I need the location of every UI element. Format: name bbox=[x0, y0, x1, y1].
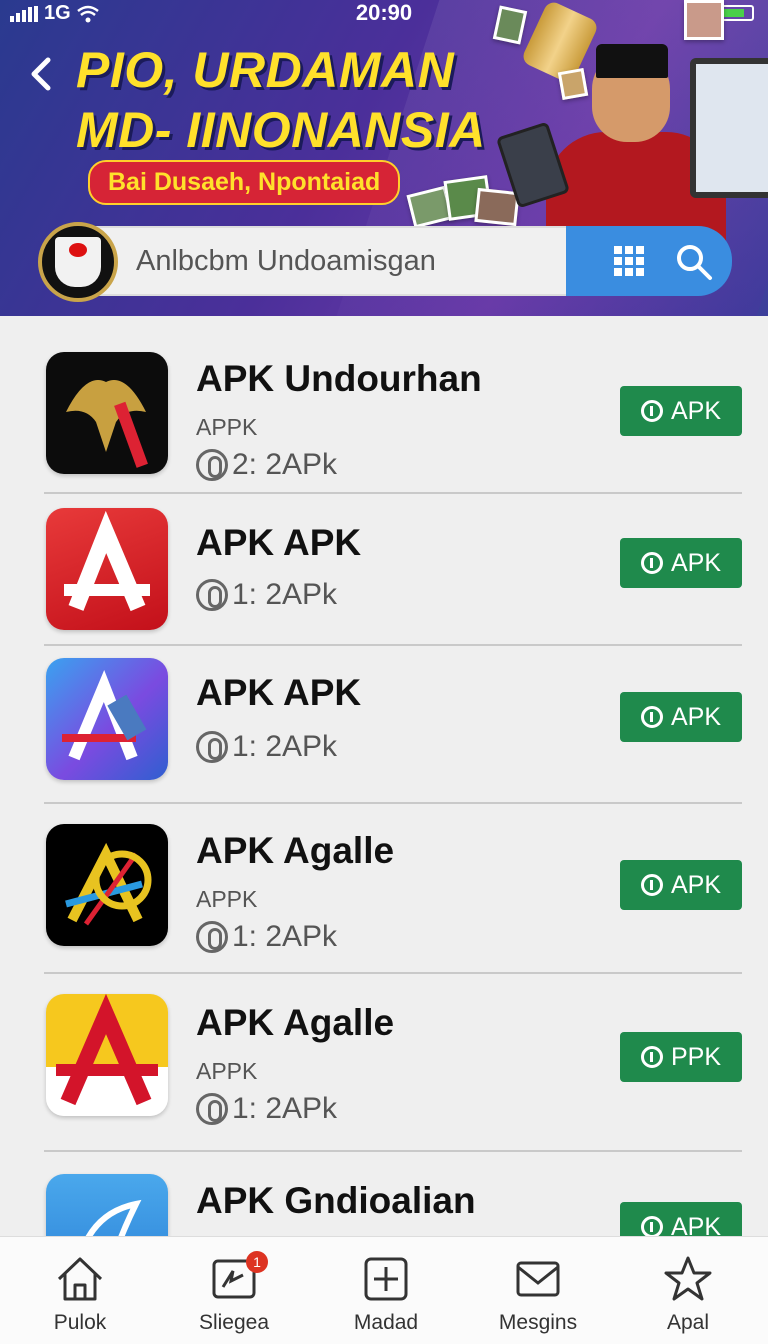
nav-label: Apal bbox=[666, 1311, 710, 1334]
banner-title-line1: PIO, URDAMAN bbox=[76, 42, 455, 98]
nav-label: Pulok bbox=[53, 1311, 107, 1334]
nav-item-add[interactable]: Madad bbox=[316, 1255, 456, 1335]
bottom-nav: Pulok 1 Sliegea Madad Mesgins Apal bbox=[0, 1236, 768, 1344]
app-subtitle: APPK bbox=[196, 414, 258, 440]
plus-box-icon bbox=[364, 1257, 408, 1301]
app-name: APK Undourhan bbox=[196, 358, 482, 399]
list-item[interactable]: APK Agalle APPK 1: 2APk APK bbox=[44, 804, 742, 974]
download-button-label: PPK bbox=[670, 1042, 722, 1071]
download-icon bbox=[640, 552, 663, 574]
download-button[interactable]: APK bbox=[620, 1202, 742, 1236]
app-subtitle: APPK bbox=[196, 886, 258, 912]
app-meta: 1: 2APk bbox=[196, 578, 337, 612]
download-icon bbox=[640, 874, 663, 896]
app-icon-blue-leaf bbox=[46, 1174, 168, 1236]
info-icon bbox=[196, 731, 228, 763]
app-meta-text: 2: 2APk bbox=[232, 448, 338, 481]
app-meta-text: 1: 2APk bbox=[232, 920, 338, 953]
app-meta: 1: 2APk bbox=[196, 1092, 337, 1126]
mail-icon bbox=[516, 1261, 560, 1297]
download-button-label: APK bbox=[670, 702, 722, 731]
download-icon bbox=[640, 706, 663, 728]
app-subtitle: APPK bbox=[196, 1058, 258, 1084]
search-button[interactable] bbox=[566, 226, 732, 296]
list-item[interactable]: APK Undourhan APPK 2: 2APk APK bbox=[44, 344, 742, 494]
search-bar: Anlbcbm Undoamisgan bbox=[38, 222, 732, 302]
app-icon-rainbow-a bbox=[46, 824, 168, 946]
app-name: APK Agalle bbox=[196, 1002, 395, 1043]
app-name: APK APK bbox=[196, 672, 362, 713]
app-icon-red-a bbox=[46, 508, 168, 630]
download-icon bbox=[640, 400, 663, 422]
download-button[interactable]: PPK bbox=[620, 1032, 742, 1082]
search-icon[interactable] bbox=[674, 242, 714, 282]
app-icon-garuda bbox=[46, 352, 168, 474]
download-button[interactable]: APK bbox=[620, 386, 742, 436]
app-meta: 1: 2APk bbox=[196, 730, 337, 764]
app-icon-yellow-a bbox=[46, 994, 168, 1116]
download-button-label: APK bbox=[670, 1212, 722, 1237]
app-list: APK Undourhan APPK 2: 2APk APK APK APK 1… bbox=[0, 316, 768, 1236]
list-item[interactable]: APK Agalle APPK 1: 2APk PPK bbox=[44, 974, 742, 1152]
nav-item-apps[interactable]: Apal bbox=[618, 1255, 758, 1335]
download-button-label: APK bbox=[670, 396, 722, 425]
info-icon bbox=[196, 1093, 228, 1125]
banner-title: PIO, URDAMAN MD- IINONANSIA bbox=[76, 40, 536, 160]
download-button-label: APK bbox=[670, 870, 722, 899]
nav-label: Mesgins bbox=[498, 1311, 578, 1334]
download-button[interactable]: APK bbox=[620, 860, 742, 910]
app-name: APK APK bbox=[196, 522, 362, 563]
back-arrow-icon[interactable] bbox=[26, 56, 56, 92]
app-meta-text: 1: 2APk bbox=[232, 1092, 338, 1125]
grid-icon[interactable] bbox=[614, 246, 644, 276]
download-button[interactable]: APK bbox=[620, 538, 742, 588]
home-icon bbox=[57, 1257, 103, 1301]
download-button[interactable]: APK bbox=[620, 692, 742, 742]
banner-title-line2: MD- IINONANSIA bbox=[76, 102, 486, 158]
search-input[interactable]: Anlbcbm Undoamisgan bbox=[78, 226, 608, 296]
info-icon bbox=[196, 579, 228, 611]
list-item[interactable]: APK Gndioalian APK bbox=[44, 1152, 742, 1236]
laptop-image bbox=[690, 58, 768, 198]
info-icon bbox=[196, 921, 228, 953]
list-item[interactable]: APK APK 1: 2APk APK bbox=[44, 496, 742, 646]
app-name: APK Agalle bbox=[196, 830, 395, 871]
nav-item-home[interactable]: Pulok bbox=[10, 1255, 150, 1335]
app-meta-text: 1: 2APk bbox=[232, 730, 338, 763]
emblem-logo bbox=[38, 222, 118, 302]
nav-item-messages[interactable]: Mesgins bbox=[468, 1255, 608, 1335]
app-meta: 1: 2APk bbox=[196, 920, 337, 954]
app-icon-blue-a bbox=[46, 658, 168, 780]
nav-label: Sliegea bbox=[198, 1311, 270, 1334]
nav-item-news[interactable]: 1 Sliegea bbox=[164, 1251, 304, 1335]
info-icon bbox=[196, 449, 228, 481]
star-icon bbox=[664, 1256, 712, 1301]
banner-subtitle: Bai Dusaeh, Npontaiad bbox=[88, 160, 401, 205]
header-banner: 1G 20:90 PIO, URDAMAN MD- IINONANSIA Bai… bbox=[0, 0, 768, 316]
app-name: APK Gndioalian bbox=[196, 1180, 476, 1221]
download-button-label: APK bbox=[670, 548, 722, 577]
nav-label: Madad bbox=[353, 1311, 419, 1334]
app-meta: 2: 2APk bbox=[196, 448, 337, 482]
notification-badge: 1 bbox=[246, 1251, 268, 1273]
list-item[interactable]: APK APK 1: 2APk APK bbox=[44, 646, 742, 804]
download-icon bbox=[640, 1046, 663, 1068]
app-meta-text: 1: 2APk bbox=[232, 578, 338, 611]
download-icon bbox=[640, 1216, 663, 1236]
